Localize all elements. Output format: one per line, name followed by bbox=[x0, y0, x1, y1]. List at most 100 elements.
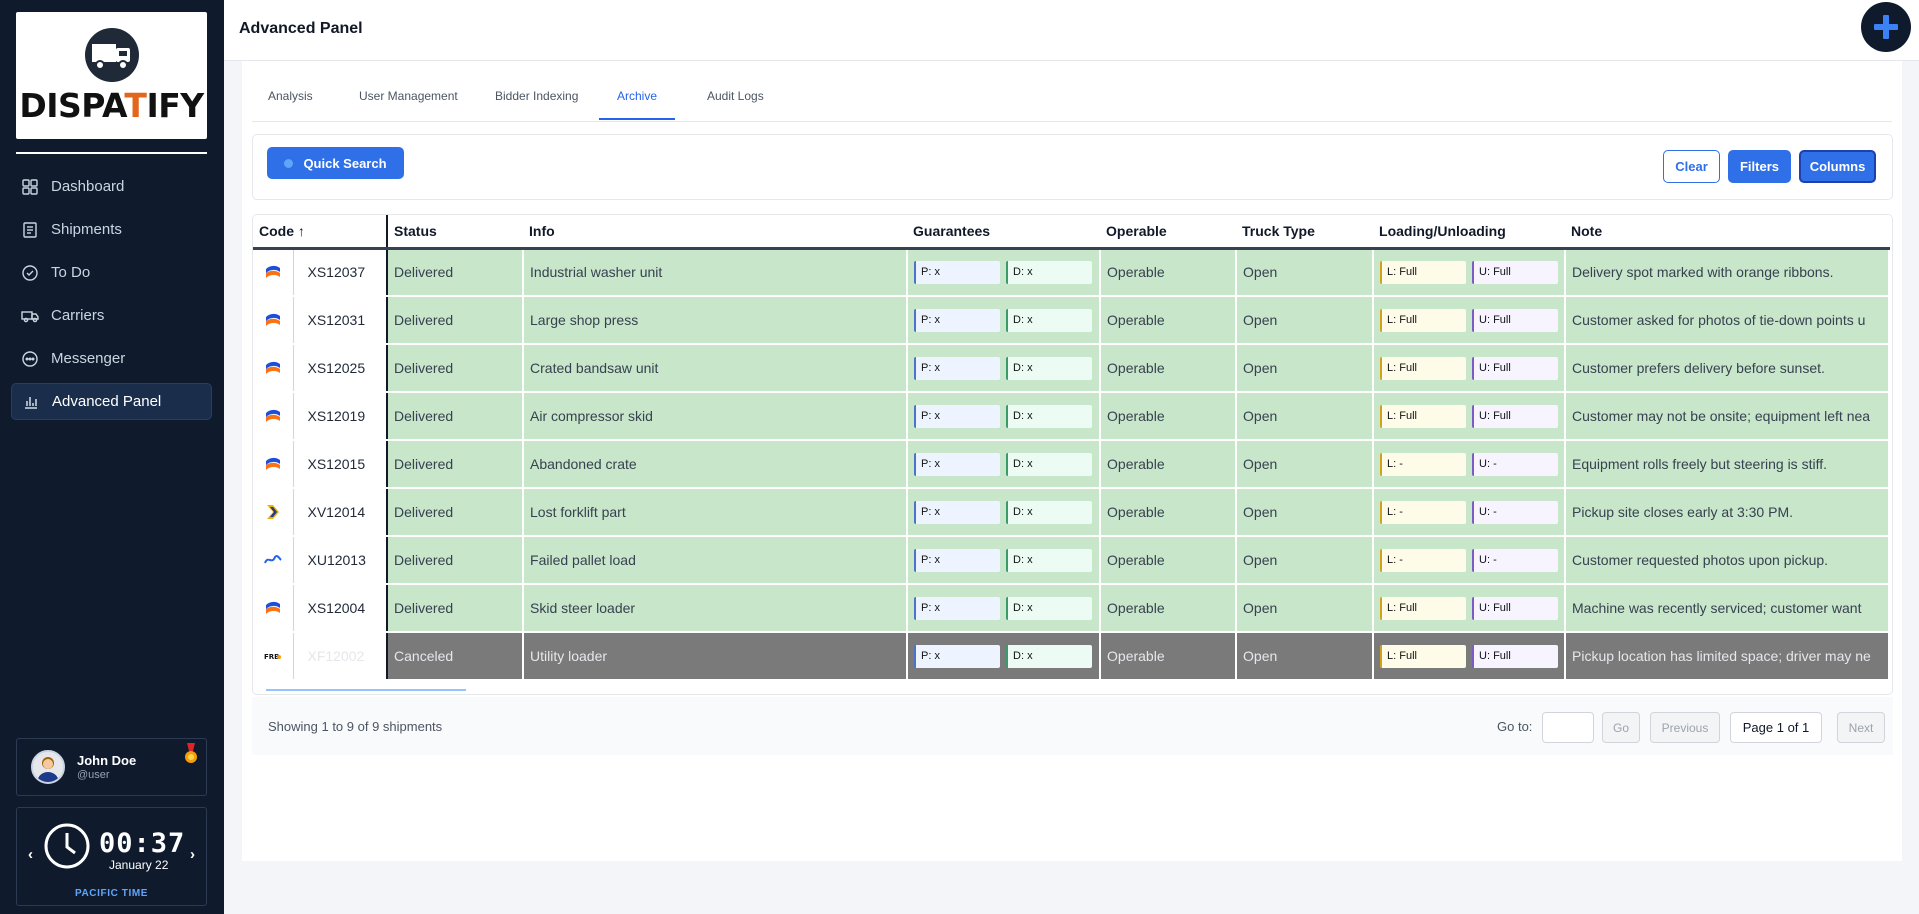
code-cell[interactable]: XS12031 bbox=[293, 296, 389, 345]
note-cell: Delivery spot marked with orange ribbons… bbox=[1565, 248, 1891, 297]
clock-prev-button[interactable]: ‹ bbox=[28, 846, 33, 863]
logo-wordmark: DISPATIFY bbox=[19, 86, 204, 125]
sidebar-item-label: Carriers bbox=[51, 307, 105, 324]
top-bar: Advanced Panel bbox=[224, 0, 1919, 61]
truck-type-cell: Open bbox=[1236, 296, 1375, 345]
code-cell[interactable]: XS12004 bbox=[293, 584, 389, 633]
user-card[interactable]: John Doe @user bbox=[16, 738, 207, 796]
code-cell[interactable]: XU12013 bbox=[293, 536, 389, 585]
goto-page-input[interactable] bbox=[1542, 712, 1594, 743]
sidebar-item-advanced-panel[interactable]: Advanced Panel bbox=[11, 383, 212, 420]
loading-value: L: Full bbox=[1380, 404, 1467, 428]
code-cell[interactable]: XS12025 bbox=[293, 344, 389, 393]
note-cell: Customer asked for photos of tie-down po… bbox=[1565, 296, 1891, 345]
truck-type-cell: Open bbox=[1236, 584, 1375, 633]
column-header-code[interactable]: Code ↑ bbox=[253, 215, 389, 250]
column-header-note[interactable]: Note bbox=[1565, 215, 1890, 250]
sidebar-item-messenger[interactable]: Messenger bbox=[11, 340, 212, 377]
previous-button[interactable]: Previous bbox=[1650, 712, 1720, 743]
delivery-guarantee: D: x bbox=[1006, 500, 1093, 524]
grid-icon bbox=[22, 178, 38, 195]
go-button[interactable]: Go bbox=[1602, 712, 1640, 743]
table-row[interactable]: XS12037 Delivered Industrial washer unit P:… bbox=[253, 248, 1891, 297]
pickup-guarantee: P: x bbox=[914, 356, 1001, 380]
operable-cell: Operable bbox=[1100, 632, 1238, 681]
column-header-guarantees[interactable]: Guarantees bbox=[907, 215, 1101, 250]
guarantees-cell: P: x D: x bbox=[907, 392, 1102, 441]
sidebar-item-label: Advanced Panel bbox=[52, 393, 162, 410]
table-row[interactable]: FRB XF12002 Canceled Utility loader P: x D: x… bbox=[253, 632, 1891, 681]
tab-user-management[interactable]: User Management bbox=[359, 89, 458, 118]
carrier-logo-icon: FRB bbox=[253, 632, 294, 681]
loading-value: L: Full bbox=[1380, 596, 1467, 620]
truck-type-cell: Open bbox=[1236, 632, 1375, 681]
sidebar: DISPATIFY Dashboard Shipments To Do Carr… bbox=[0, 0, 224, 914]
tab-archive[interactable]: Archive bbox=[599, 89, 676, 120]
unloading-value: U: - bbox=[1472, 548, 1559, 572]
code-cell[interactable]: XS12019 bbox=[293, 392, 389, 441]
table-row[interactable]: XS12015 Delivered Abandoned crate P: x D: xO… bbox=[253, 440, 1891, 489]
tab-audit-logs[interactable]: Audit Logs bbox=[707, 89, 764, 118]
check-circle-icon bbox=[22, 264, 38, 281]
table-header-row: Code ↑ Status Info Guarantees Operable T… bbox=[253, 215, 1890, 250]
table-row[interactable]: XS12019 Delivered Air compressor skid P: xD… bbox=[253, 392, 1891, 441]
pagination-footer: Showing 1 to 9 of 9 shipments Go to: Go … bbox=[252, 697, 1893, 755]
add-button[interactable] bbox=[1861, 2, 1911, 52]
status-cell: Delivered bbox=[387, 248, 525, 297]
code-cell[interactable]: XS12037 bbox=[293, 248, 389, 297]
clear-button[interactable]: Clear bbox=[1663, 150, 1720, 183]
sidebar-item-dashboard[interactable]: Dashboard bbox=[11, 168, 212, 205]
table-row[interactable]: XS12004 Delivered Skid steer loader P: x D: … bbox=[253, 584, 1891, 633]
clock-date: January 22 bbox=[109, 858, 169, 872]
column-header-operable[interactable]: Operable bbox=[1100, 215, 1237, 250]
dispatify-logo[interactable]: DISPATIFY bbox=[16, 12, 207, 139]
table-row[interactable]: XU12013 Delivered Failed pallet load P: x D:… bbox=[253, 536, 1891, 585]
table-row[interactable]: XV12014 Delivered Lost forklift part P: x D:… bbox=[253, 488, 1891, 537]
column-header-status[interactable]: Status bbox=[387, 215, 524, 250]
delivery-guarantee: D: x bbox=[1006, 356, 1093, 380]
loading-value: L: Full bbox=[1380, 644, 1467, 668]
pickup-guarantee: P: x bbox=[914, 452, 1001, 476]
column-header-loading-unloading[interactable]: Loading/Unloading bbox=[1373, 215, 1566, 250]
sidebar-item-shipments[interactable]: Shipments bbox=[11, 211, 212, 248]
chat-icon bbox=[22, 350, 38, 367]
unloading-value: U: - bbox=[1472, 452, 1559, 476]
tab-analysis[interactable]: Analysis bbox=[268, 89, 313, 118]
table-row[interactable]: XS12031 Delivered Large shop press P: x D: x… bbox=[253, 296, 1891, 345]
column-header-truck-type[interactable]: Truck Type bbox=[1236, 215, 1374, 250]
carrier-logo-icon bbox=[253, 392, 294, 441]
info-cell: Industrial washer unit bbox=[523, 248, 909, 297]
next-button[interactable]: Next bbox=[1837, 712, 1885, 743]
sidebar-item-label: Dashboard bbox=[51, 178, 125, 195]
status-cell: Delivered bbox=[387, 536, 525, 585]
pickup-guarantee: P: x bbox=[914, 500, 1001, 524]
code-cell[interactable]: XS12015 bbox=[293, 440, 389, 489]
delivery-guarantee: D: x bbox=[1006, 548, 1093, 572]
unloading-value: U: Full bbox=[1472, 356, 1559, 380]
tab-bidder-indexing[interactable]: Bidder Indexing bbox=[495, 89, 578, 118]
sidebar-item-carriers[interactable]: Carriers bbox=[11, 297, 212, 334]
filters-button[interactable]: Filters bbox=[1728, 150, 1791, 183]
pickup-guarantee: P: x bbox=[914, 404, 1001, 428]
unloading-value: U: - bbox=[1472, 500, 1559, 524]
columns-button[interactable]: Columns bbox=[1799, 150, 1876, 183]
showing-count: Showing 1 to 9 of 9 shipments bbox=[268, 719, 443, 734]
column-header-info[interactable]: Info bbox=[523, 215, 908, 250]
loading-value: L: - bbox=[1380, 452, 1467, 476]
delivery-guarantee: D: x bbox=[1006, 644, 1093, 668]
quick-search-button[interactable]: Quick Search bbox=[267, 147, 404, 179]
operable-cell: Operable bbox=[1100, 536, 1238, 585]
page-title: Advanced Panel bbox=[239, 20, 363, 37]
sidebar-nav: Dashboard Shipments To Do Carriers Messe… bbox=[11, 168, 212, 426]
horizontal-scrollbar[interactable] bbox=[266, 689, 466, 691]
loading-unloading-cell: L: Full U: Full bbox=[1373, 392, 1567, 441]
clock-time: 00:37 bbox=[99, 828, 186, 859]
code-cell[interactable]: XF12002 bbox=[293, 632, 389, 681]
clock-next-button[interactable]: › bbox=[190, 846, 195, 863]
tab-bar: Analysis User Management Bidder Indexing… bbox=[252, 61, 1892, 122]
table-row[interactable]: XS12025 Delivered Crated bandsaw unit P: xD… bbox=[253, 344, 1891, 393]
truck-type-cell: Open bbox=[1236, 248, 1375, 297]
code-cell[interactable]: XV12014 bbox=[293, 488, 389, 537]
sidebar-item-todo[interactable]: To Do bbox=[11, 254, 212, 291]
truck-type-cell: Open bbox=[1236, 344, 1375, 393]
